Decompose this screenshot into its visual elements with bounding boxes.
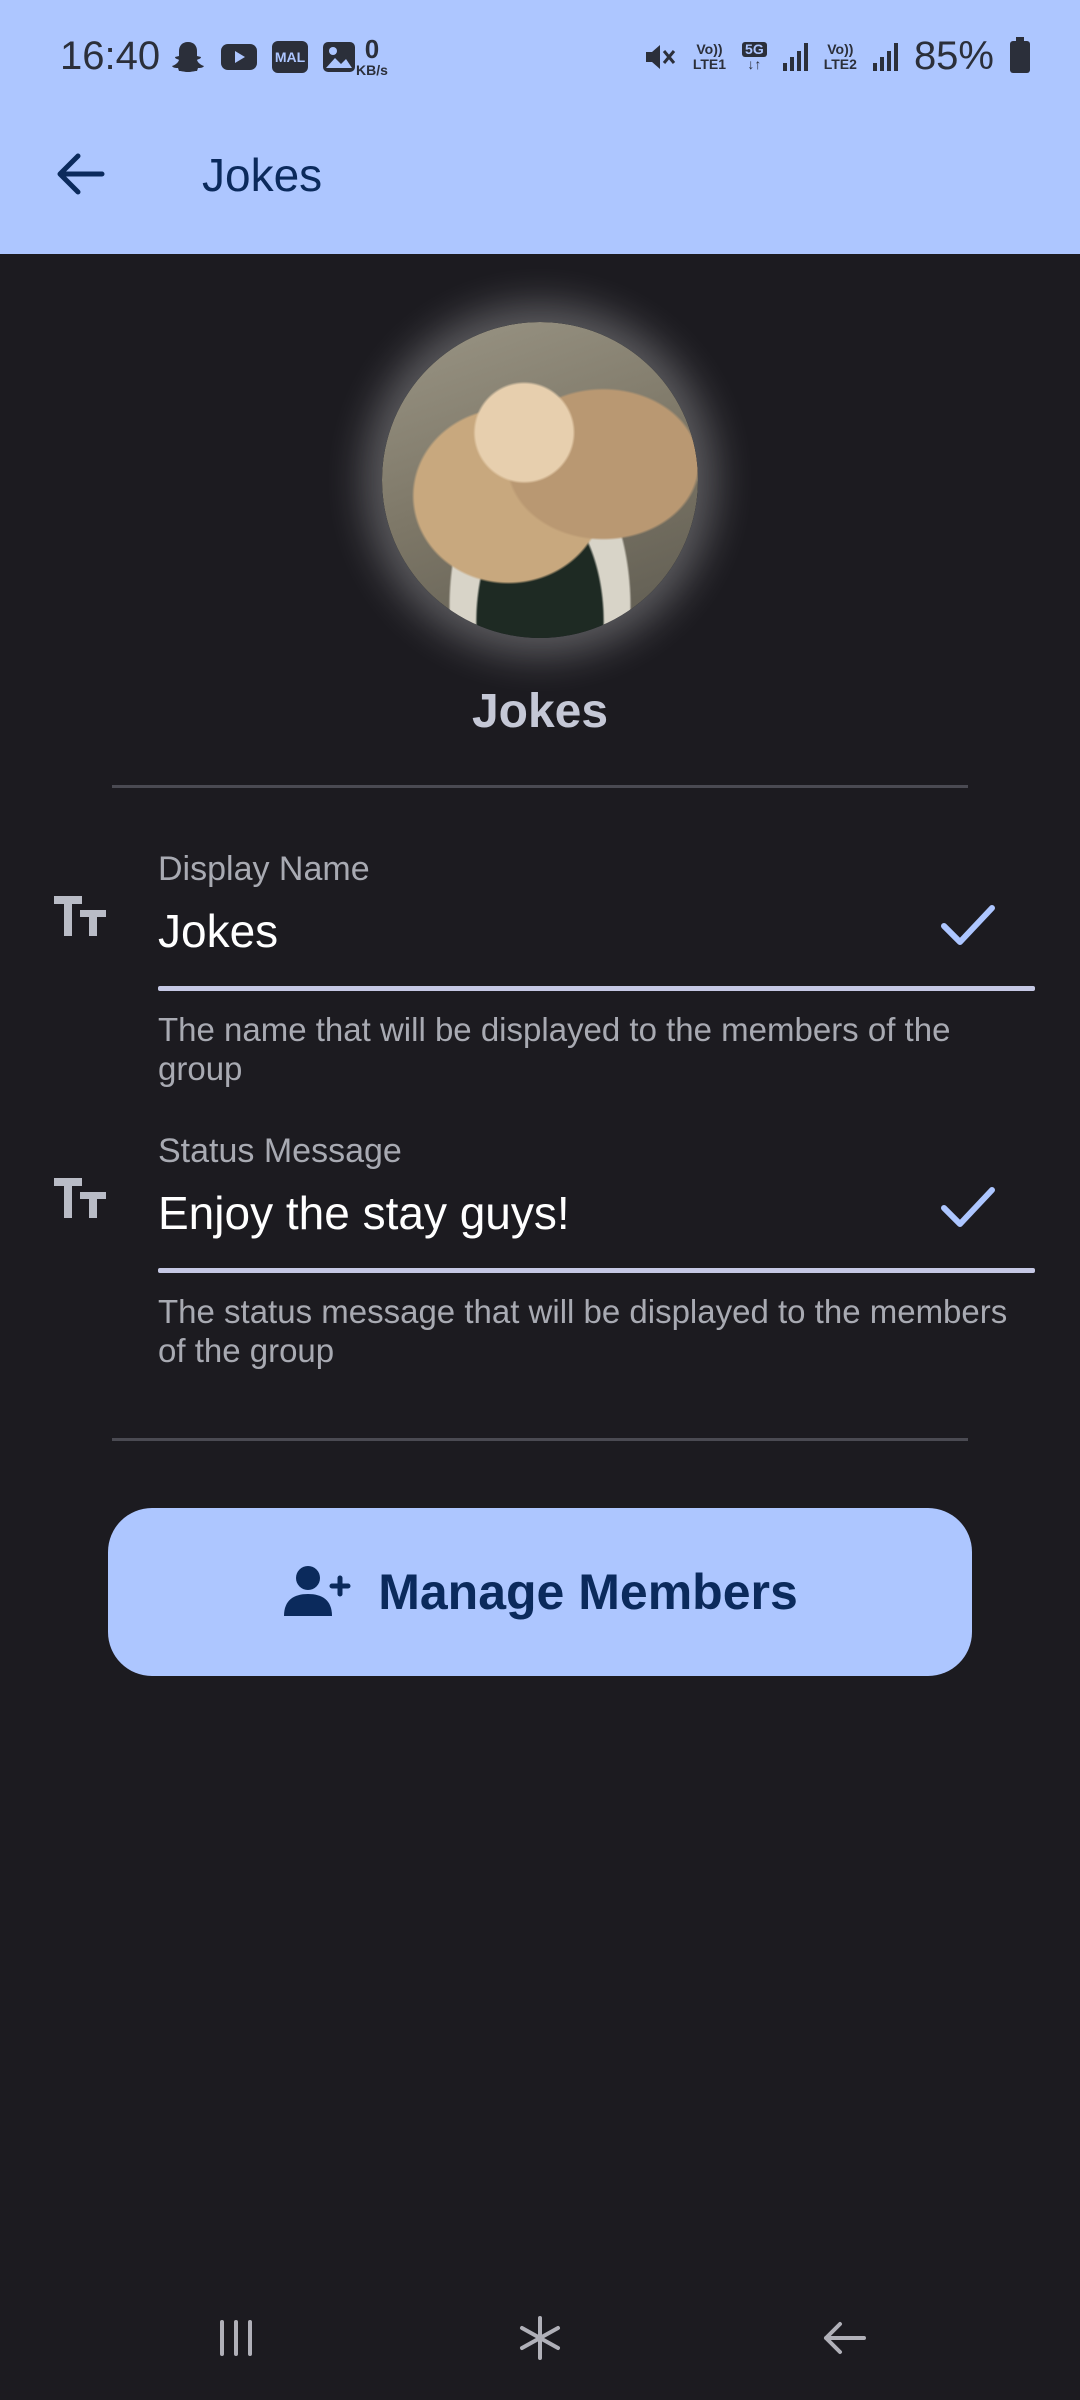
back-button[interactable] [48,142,112,206]
status-message-underline [158,1268,1035,1273]
mute-icon [645,44,675,69]
check-icon[interactable] [940,1182,996,1232]
app-top-bar: 16:40 MAL 0 KB/s Vo)) LTE1 5G ↓↑ Vo)) LT… [0,0,1080,254]
manage-members-label: Manage Members [378,1564,798,1620]
home-button[interactable] [500,2310,580,2366]
status-right: Vo)) LTE1 5G ↓↑ Vo)) LTE2 85% [643,34,1030,79]
manage-members-button[interactable]: Manage Members [108,1508,972,1676]
sim1-volte: Vo)) LTE1 [692,40,727,72]
system-back-button[interactable] [804,2310,884,2366]
divider-bottom [112,1438,968,1441]
signal-icon [782,42,808,71]
add-person-icon [284,1566,351,1616]
status-time: 16:40 [60,34,161,78]
page-title: Jokes [202,149,323,201]
check-icon[interactable] [940,900,996,950]
system-nav-bar [0,2270,1080,2400]
divider-top [112,785,968,788]
network-speed: 0 KB/s [356,34,388,78]
recent-apps-button[interactable] [196,2310,276,2366]
back-arrow-icon [824,2322,866,2354]
mal-icon: MAL [272,41,308,73]
home-asterisk-icon [520,2316,560,2360]
notification-icons: MAL [170,40,356,74]
display-name-underline [158,986,1035,991]
group-name: Jokes [471,685,609,738]
display-name-helper: The name that will be displayed to the m… [158,1011,951,1087]
text-size-icon [54,1178,106,1218]
snapchat-icon [172,42,204,72]
battery-percent: 85% [913,34,994,78]
signal-icon-2 [872,42,898,71]
sim2-volte: Vo)) LTE2 [823,40,857,72]
battery-icon [1010,36,1030,73]
youtube-icon [221,44,257,70]
display-name-input[interactable]: Jokes [158,904,278,958]
avatar-image [382,322,698,638]
display-name-label: Display Name [158,850,370,888]
recent-apps-icon [220,2320,252,2356]
text-size-icon [54,896,106,936]
network-type: 5G ↓↑ [742,41,767,72]
status-message-input[interactable]: Enjoy the stay guys! [158,1186,570,1240]
status-message-label: Status Message [158,1132,402,1170]
status-message-helper: The status message that will be displaye… [158,1293,1008,1369]
arrow-left-icon [57,153,105,195]
status-bar: 16:40 MAL 0 KB/s Vo)) LTE1 5G ↓↑ Vo)) LT… [0,0,1080,120]
group-avatar[interactable] [382,322,698,638]
gallery-icon [323,42,355,72]
